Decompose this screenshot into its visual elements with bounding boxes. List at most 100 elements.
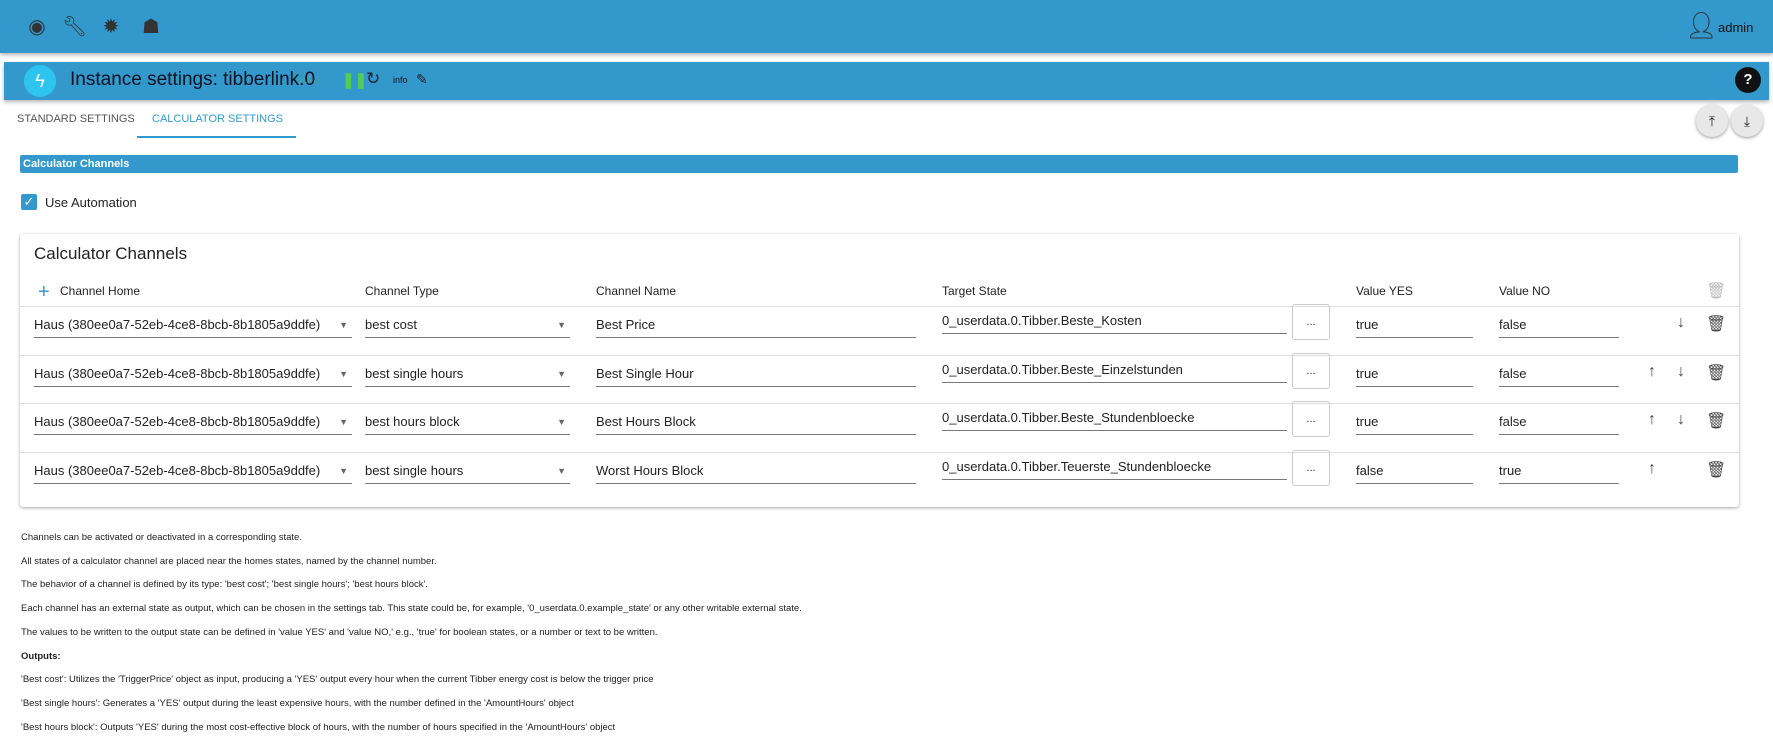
channel-type-value: best hours block — [365, 414, 460, 429]
move-down-icon[interactable]: ↓ — [1677, 314, 1685, 332]
browse-state-button[interactable]: ... — [1292, 304, 1330, 340]
value-yes-input[interactable]: true — [1356, 363, 1473, 387]
help-text: Each channel has an external state as ou… — [21, 603, 802, 615]
use-automation-checkbox[interactable]: ✓ — [21, 194, 37, 210]
chevron-down-icon: ▼ — [339, 417, 348, 427]
channel-type-select[interactable]: best single hours ▼ — [365, 363, 570, 387]
section-header: Calculator Channels — [20, 155, 1738, 173]
info-label[interactable]: info — [393, 75, 408, 85]
channel-type-select[interactable]: best single hours ▼ — [365, 460, 570, 484]
delete-row-icon[interactable]: 🗑︎ — [1706, 314, 1726, 334]
gear-icon[interactable]: ✹ — [100, 16, 122, 38]
help-text: 'Best single hours': Generates a 'YES' o… — [21, 697, 574, 709]
channel-home-select[interactable]: Haus (380ee0a7-52eb-4ce8-8bcb-8b1805a9dd… — [34, 460, 352, 484]
eye-icon[interactable]: ◉ — [26, 16, 48, 38]
target-state-input[interactable]: 0_userdata.0.Tibber.Beste_Stundenbloecke — [942, 407, 1287, 431]
channel-home-value: Haus (380ee0a7-52eb-4ce8-8bcb-8b1805a9dd… — [34, 462, 321, 478]
header-channel-name: Channel Name — [596, 284, 677, 298]
edit-icon[interactable]: ✎ — [416, 71, 428, 88]
add-channel-button[interactable]: + — [38, 281, 50, 304]
delete-row-icon[interactable]: 🗑︎ — [1706, 460, 1726, 480]
value-yes-input[interactable]: true — [1356, 314, 1473, 338]
chevron-down-icon: ▼ — [339, 465, 348, 476]
help-text: The behavior of a channel is defined by … — [21, 579, 428, 591]
browse-state-button[interactable]: ... — [1292, 449, 1330, 486]
channel-home-value: Haus (380ee0a7-52eb-4ce8-8bcb-8b1805a9dd… — [34, 414, 321, 429]
tab-standard-settings[interactable]: STANDARD SETTINGS — [17, 102, 135, 138]
user-name[interactable]: admin — [1718, 20, 1753, 35]
download-button[interactable]: ⤓ — [1731, 105, 1763, 137]
channels-table: Calculator Channels + Channel Home Chann… — [20, 234, 1739, 507]
target-state-input[interactable]: 0_userdata.0.Tibber.Teuerste_Stundenbloe… — [942, 456, 1287, 480]
delete-row-icon[interactable]: 🗑︎ — [1706, 363, 1726, 383]
channel-type-select[interactable]: best cost ▼ — [365, 314, 570, 338]
browse-state-button[interactable]: ... — [1292, 401, 1330, 437]
channel-home-value: Haus (380ee0a7-52eb-4ce8-8bcb-8b1805a9dd… — [34, 365, 321, 381]
chevron-down-icon: ▼ — [339, 368, 348, 379]
header-channel-type: Channel Type — [365, 284, 439, 298]
instance-header: ϟ Instance settings: tibberlink.0 v0.0.1… — [4, 62, 1769, 100]
header-channel-home: Channel Home — [60, 284, 141, 298]
header-target-state: Target State — [942, 284, 1007, 298]
move-up-icon[interactable]: ↑ — [1648, 460, 1656, 478]
help-text: All states of a calculator channel are p… — [21, 555, 437, 567]
channel-name-input[interactable]: Best Hours Block — [596, 411, 916, 435]
help-icon[interactable]: ? — [1735, 67, 1761, 93]
use-automation-label: Use Automation — [45, 195, 137, 210]
tab-calculator-settings[interactable]: CALCULATOR SETTINGS — [137, 102, 297, 138]
channel-home-select[interactable]: Haus (380ee0a7-52eb-4ce8-8bcb-8b1805a9dd… — [34, 314, 352, 338]
target-state-input[interactable]: 0_userdata.0.Tibber.Beste_Kosten — [942, 310, 1287, 334]
value-yes-input[interactable]: true — [1356, 411, 1473, 435]
help-text: 'Best cost': Utilizes the 'TriggerPrice'… — [21, 674, 654, 686]
chevron-down-icon: ▼ — [557, 417, 566, 427]
browse-state-button[interactable]: ... — [1292, 352, 1330, 389]
channel-home-select[interactable]: Haus (380ee0a7-52eb-4ce8-8bcb-8b1805a9dd… — [34, 363, 352, 387]
chevron-down-icon: ▼ — [557, 320, 566, 330]
value-no-input[interactable]: false — [1499, 314, 1619, 338]
header-value-no: Value NO — [1499, 284, 1551, 298]
row-divider — [20, 451, 1739, 453]
move-down-icon[interactable]: ↓ — [1677, 363, 1685, 381]
target-state-input[interactable]: 0_userdata.0.Tibber.Beste_Einzelstunden — [942, 359, 1287, 383]
page-title: Instance settings: tibberlink.0 — [70, 69, 316, 90]
delete-row-icon[interactable]: 🗑︎ — [1706, 411, 1726, 431]
help-text: Channels can be activated or deactivated… — [21, 532, 302, 543]
delete-all-icon[interactable]: 🗑︎ — [1706, 281, 1726, 301]
pause-icon[interactable]: ❚❚ — [342, 71, 367, 89]
row-divider — [20, 403, 1739, 404]
value-no-input[interactable]: false — [1499, 411, 1619, 435]
channel-home-select[interactable]: Haus (380ee0a7-52eb-4ce8-8bcb-8b1805a9dd… — [34, 411, 352, 435]
value-no-input[interactable]: false — [1499, 363, 1619, 387]
help-text: The values to be written to the output s… — [21, 626, 658, 638]
adapter-logo-icon: ϟ — [24, 65, 56, 97]
version-label: v0.0.1 — [296, 75, 321, 85]
chevron-down-icon: ▼ — [557, 465, 566, 476]
channel-type-value: best cost — [365, 317, 418, 332]
row-divider — [20, 306, 1739, 307]
reload-icon[interactable]: ↻ — [366, 69, 380, 89]
help-text: 'Best hours block': Outputs 'YES' during… — [21, 721, 616, 733]
value-yes-input[interactable]: false — [1356, 460, 1473, 484]
channel-home-value: Haus (380ee0a7-52eb-4ce8-8bcb-8b1805a9dd… — [34, 317, 321, 332]
chevron-down-icon: ▼ — [339, 320, 348, 330]
move-down-icon[interactable]: ↓ — [1677, 411, 1685, 429]
channel-type-value: best single hours — [365, 365, 464, 381]
move-up-icon[interactable]: ↑ — [1648, 363, 1656, 381]
channel-name-input[interactable]: Best Single Hour — [596, 363, 916, 387]
wrench-icon[interactable]: 🔧︎ — [62, 16, 87, 38]
move-up-icon[interactable]: ↑ — [1648, 411, 1656, 429]
top-bar: ◉ 🔧︎ ✹ ☗ 👤︎ admin — [0, 0, 1773, 53]
brain-icon[interactable]: ☗ — [140, 16, 162, 38]
channel-type-value: best single hours — [365, 462, 464, 478]
channel-type-select[interactable]: best hours block ▼ — [365, 411, 570, 435]
channel-name-input[interactable]: Best Price — [596, 314, 916, 338]
upload-button[interactable]: ⤒ — [1696, 105, 1728, 137]
row-divider — [20, 354, 1739, 356]
table-title: Calculator Channels — [34, 244, 188, 263]
value-no-input[interactable]: true — [1499, 460, 1619, 484]
help-text: Outputs: — [21, 650, 61, 662]
channel-name-input[interactable]: Worst Hours Block — [596, 460, 916, 484]
user-icon[interactable]: 👤︎ — [1685, 12, 1718, 38]
header-value-yes: Value YES — [1356, 284, 1413, 298]
chevron-down-icon: ▼ — [557, 368, 566, 379]
